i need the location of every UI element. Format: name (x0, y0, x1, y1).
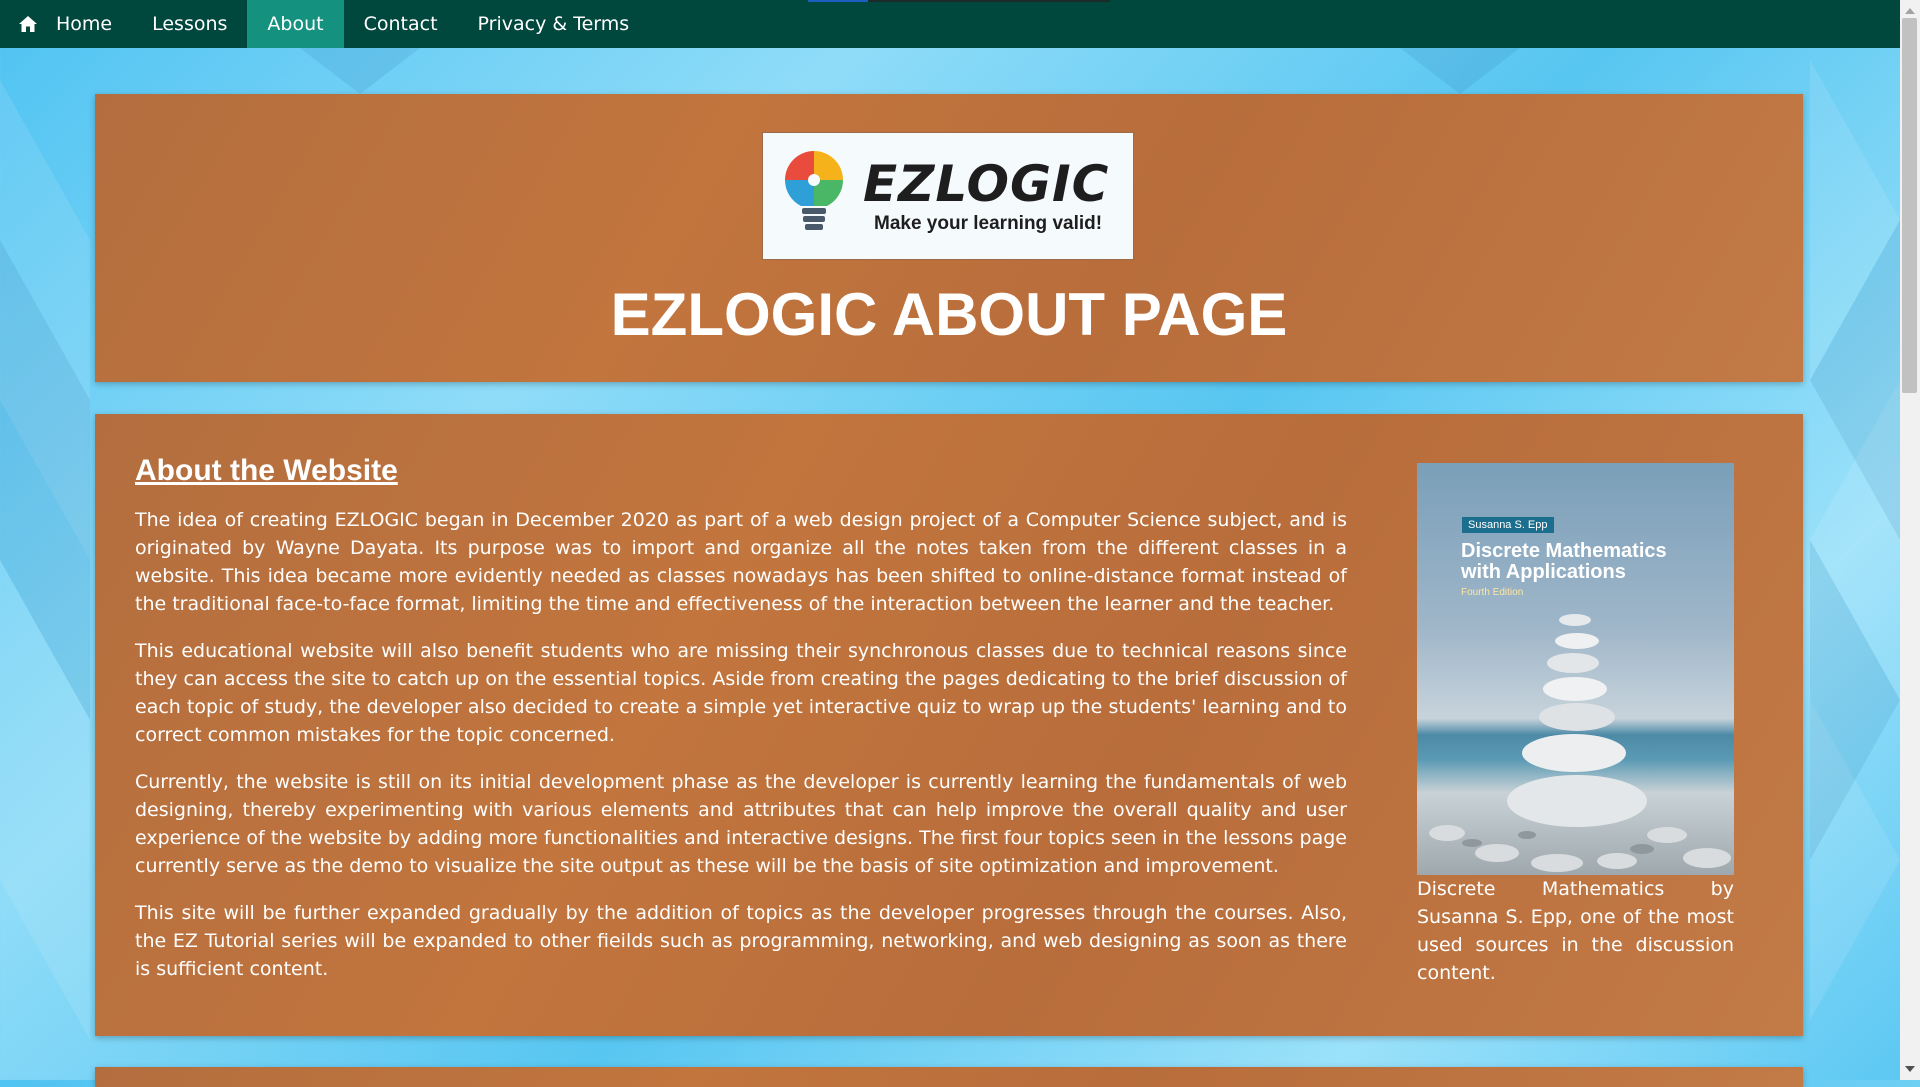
book-figure: Susanna S. Epp Discrete Mathematics with… (1417, 463, 1734, 987)
nav-item-home[interactable]: Home (0, 0, 132, 48)
about-paragraph: This site will be further expanded gradu… (135, 902, 1347, 980)
puzzle-lightbulb-icon (784, 151, 844, 230)
nav-item-about[interactable]: About (247, 0, 344, 48)
nav-item-label: Contact (363, 13, 438, 35)
nav-item-label: About (267, 13, 324, 35)
book-caption: Discrete Mathematics by Susanna S. Epp, … (1417, 878, 1734, 984)
scroll-down-arrow-icon[interactable] (1905, 1066, 1915, 1072)
about-paragraph: This educational website will also benef… (135, 640, 1347, 746)
book-title: Discrete Mathematics with Applications (1461, 540, 1667, 583)
top-navbar: Home Lessons About Contact Privacy & Ter… (0, 0, 1900, 48)
about-paragraph: The idea of creating EZLOGIC began in De… (135, 509, 1347, 615)
logo-wordmark: EZLOGIC (863, 155, 1110, 213)
nav-accent-line (868, 0, 1110, 2)
book-edition: Fourth Edition (1461, 587, 1524, 598)
home-icon (18, 15, 38, 33)
nav-item-contact[interactable]: Contact (344, 0, 458, 48)
header-panel: EZLOGIC Make your learning valid! EZLOGI… (95, 94, 1803, 382)
nav-item-label: Home (56, 13, 113, 35)
logo-tagline: Make your learning valid! (874, 213, 1103, 234)
vertical-scrollbar[interactable] (1900, 0, 1920, 1080)
about-panel: About the Website The idea of creating E… (95, 414, 1803, 1036)
site-logo[interactable]: EZLOGIC Make your learning valid! (762, 132, 1134, 260)
book-cover-image: Susanna S. Epp Discrete Mathematics with… (1417, 463, 1734, 875)
next-panel (95, 1067, 1803, 1087)
scrollbar-thumb[interactable] (1902, 18, 1917, 393)
about-paragraph: Currently, the website is still on its i… (135, 771, 1347, 877)
section-heading: About the Website (135, 454, 398, 487)
nav-item-label: Lessons (152, 13, 228, 35)
nav-item-privacy-terms[interactable]: Privacy & Terms (458, 0, 650, 48)
about-article: The idea of creating EZLOGIC began in De… (135, 506, 1347, 1002)
book-author-tag: Susanna S. Epp (1462, 517, 1554, 533)
nav-item-lessons[interactable]: Lessons (132, 0, 247, 48)
nav-accent-line (808, 0, 868, 2)
scroll-up-arrow-icon[interactable] (1905, 8, 1915, 14)
page-title: EZLOGIC ABOUT PAGE (610, 281, 1288, 348)
nav-item-label: Privacy & Terms (477, 13, 630, 35)
